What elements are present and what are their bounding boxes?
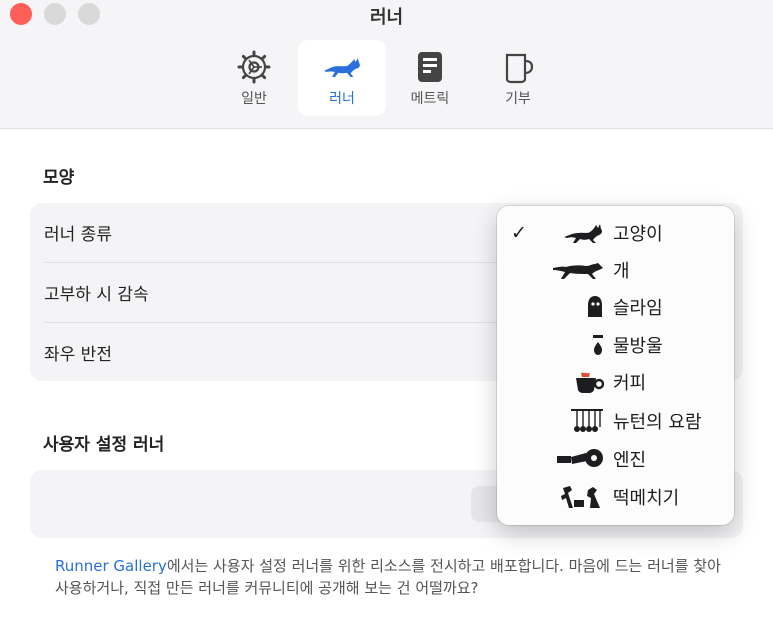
toolbar: 러너 일반 러너 메트릭 기부 bbox=[0, 0, 773, 129]
menu-item-coffee[interactable]: 커피 bbox=[497, 363, 734, 401]
runner-gallery-link[interactable]: Runner Gallery bbox=[55, 557, 167, 575]
coffee-icon bbox=[574, 363, 604, 401]
menu-item-droplet[interactable]: 물방울 bbox=[497, 326, 734, 364]
menu-item-label: 뉴턴의 요람 bbox=[613, 412, 702, 433]
runner-type-label: 러너 종류 bbox=[44, 225, 112, 245]
tab-donate[interactable]: 기부 bbox=[474, 40, 562, 116]
menu-item-rice-cake-pounding[interactable]: 떡메치기 bbox=[497, 478, 734, 516]
menu-item-engine[interactable]: 엔진 bbox=[497, 440, 734, 478]
document-icon bbox=[410, 50, 450, 84]
menu-item-label: 커피 bbox=[613, 373, 647, 394]
menu-item-label: 슬라임 bbox=[613, 298, 663, 319]
menu-item-label: 고양이 bbox=[613, 224, 663, 245]
tab-metric[interactable]: 메트릭 bbox=[386, 40, 474, 116]
custom-runner-section-title: 사용자 설정 러너 bbox=[43, 435, 165, 455]
menu-item-newtons-cradle[interactable]: 뉴턴의 요람 bbox=[497, 402, 734, 440]
tab-label: 러너 bbox=[329, 91, 355, 107]
menu-item-slime[interactable]: 슬라임 bbox=[497, 288, 734, 326]
tab-label: 기부 bbox=[505, 91, 531, 107]
footer-description: Runner Gallery에서는 사용자 설정 러너를 위한 리소스를 전시하… bbox=[55, 555, 735, 599]
newtons-cradle-icon bbox=[570, 402, 604, 440]
appearance-section-title: 모양 bbox=[43, 168, 75, 188]
dog-icon bbox=[552, 251, 604, 289]
settings-window: 러너 일반 러너 메트릭 기부 모양 러너 종류 고부하 시 감속 좌우 반전 … bbox=[0, 0, 773, 631]
runner-type-menu: ✓ 고양이 개 슬라임 물방울 커피 뉴턴의 요람 엔진 떡메치기 bbox=[497, 206, 734, 525]
cat-icon bbox=[562, 214, 604, 252]
tab-label: 일반 bbox=[241, 91, 267, 107]
gear-icon bbox=[234, 50, 274, 84]
menu-item-label: 엔진 bbox=[613, 450, 647, 471]
droplet-icon bbox=[592, 326, 604, 364]
tab-bar: 일반 러너 메트릭 기부 bbox=[210, 40, 563, 116]
flip-label: 좌우 반전 bbox=[44, 345, 112, 365]
tab-runner[interactable]: 러너 bbox=[298, 40, 386, 116]
tab-label: 메트릭 bbox=[410, 91, 450, 107]
rice-cake-pounding-icon bbox=[560, 478, 604, 516]
engine-icon bbox=[556, 440, 604, 478]
window-title: 러너 bbox=[369, 7, 404, 28]
menu-item-dog[interactable]: 개 bbox=[497, 251, 734, 289]
menu-item-label: 물방울 bbox=[613, 336, 663, 357]
slime-icon bbox=[586, 288, 604, 326]
slow-down-label: 고부하 시 감속 bbox=[44, 285, 149, 305]
menu-item-cat[interactable]: ✓ 고양이 bbox=[497, 214, 734, 252]
cup-icon bbox=[498, 50, 538, 84]
checkmark-icon: ✓ bbox=[511, 222, 527, 244]
cat-icon bbox=[322, 50, 362, 84]
menu-item-label: 떡메치기 bbox=[613, 488, 680, 509]
tab-general[interactable]: 일반 bbox=[210, 40, 298, 116]
menu-item-label: 개 bbox=[613, 261, 630, 282]
